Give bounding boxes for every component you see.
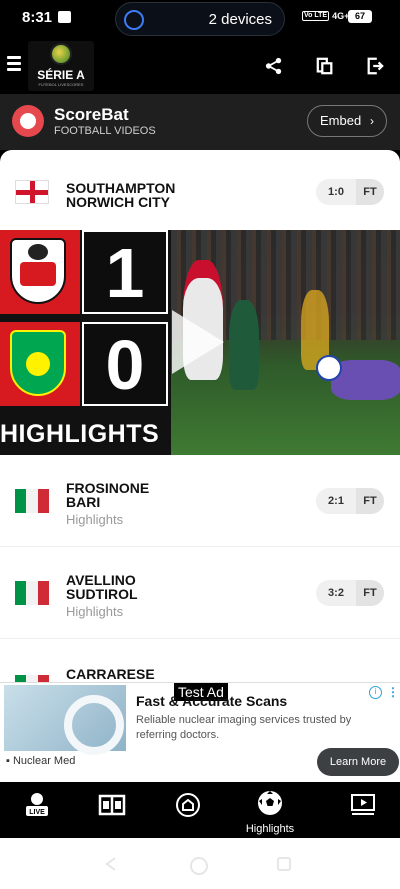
ad-title[interactable]: Fast & Accurate Scans [136, 693, 287, 709]
soccer-ball-icon [258, 791, 282, 815]
ad-brand-name: Nuclear Med [12, 755, 76, 767]
chevron-right-icon: › [370, 114, 374, 128]
home-team: AVELLINO [66, 572, 136, 588]
scoreboard-icon [98, 794, 126, 816]
nav-home[interactable] [158, 792, 218, 823]
highlights-label: Highlights [66, 512, 124, 527]
score-badge: 2:1 FT [316, 488, 384, 514]
embed-label: Embed [320, 113, 362, 128]
score: 3:2 [328, 587, 344, 599]
learn-more-button[interactable]: Learn More [317, 748, 399, 776]
embed-button[interactable]: Embed › [307, 105, 387, 137]
video-thumbnail[interactable]: 1 0 HIGHLIGHTS [0, 230, 400, 455]
status-bar: 8:31 2 devices Vo LTE 4G+ 67 [0, 0, 400, 38]
score-badge: 3:2 FT [316, 580, 384, 606]
logo-text: SÉRIE A [37, 68, 85, 82]
app-logo: SÉRIE A FUTEBOL LIVESCORES [28, 41, 94, 91]
ad-banner[interactable]: Test Ad i ⋮ Fast & Accurate Scans Reliab… [0, 682, 400, 776]
match-status: FT [356, 580, 384, 606]
copy-icon[interactable] [316, 56, 334, 76]
nav-highlights[interactable]: Highlights [240, 790, 300, 835]
match-teams: CARRARESE [66, 667, 155, 681]
score-badge: 1:0 FT [316, 179, 384, 205]
volte-icon: Vo LTE [302, 11, 330, 21]
home-score: 1 [82, 230, 168, 314]
match-teams: AVELLINO SUDTIROL [66, 573, 138, 601]
nav-scores[interactable] [82, 792, 142, 823]
highlights-label: HIGHLIGHTS [0, 420, 160, 448]
home-team: FROSINONE [66, 480, 150, 496]
play-icon[interactable] [172, 310, 224, 374]
video-list-icon [351, 794, 375, 815]
ad-brand: ▪ Nuclear Med [6, 755, 76, 767]
thumbnail-score-panel: 1 0 HIGHLIGHTS [0, 230, 171, 455]
notification-icon [58, 11, 71, 23]
scorebat-logo-icon [12, 105, 44, 137]
highlights-label: Highlights [66, 604, 124, 619]
list-item[interactable]: SOUTHAMPTON NORWICH CITY 1:0 FT [0, 150, 400, 230]
share-icon[interactable] [265, 56, 283, 76]
norwich-crest-icon [0, 322, 80, 406]
match-teams: FROSINONE BARI [66, 481, 149, 509]
home-button-icon[interactable] [189, 856, 209, 876]
soccer-ball-logo-icon [50, 43, 72, 65]
home-icon [176, 793, 200, 817]
home-team: SOUTHAMPTON [66, 180, 176, 196]
list-item[interactable]: FROSINONE BARI Highlights 2:1 FT [0, 455, 400, 547]
svg-text:LIVE: LIVE [29, 809, 45, 816]
match-status: FT [356, 179, 384, 205]
live-icon: LIVE [26, 793, 48, 816]
home-team: CARRARESE [66, 666, 155, 682]
recents-icon[interactable] [276, 856, 292, 872]
system-navigation-bar [0, 838, 400, 889]
score: 1:0 [328, 186, 344, 198]
player-figure [229, 300, 259, 390]
match-teams: SOUTHAMPTON NORWICH CITY [66, 181, 175, 209]
italy-flag-icon [15, 581, 49, 605]
away-team: NORWICH CITY [66, 194, 170, 210]
southampton-crest-icon [0, 230, 80, 314]
info-icon[interactable]: i [369, 686, 382, 699]
bottom-nav: LIVE Highlights [0, 782, 400, 838]
away-team: SUDTIROL [66, 586, 138, 602]
battery-icon: 67 [348, 10, 372, 23]
network-type: 4G+ [332, 11, 350, 21]
away-score: 0 [82, 322, 168, 406]
nav-label-highlights: Highlights [245, 823, 295, 835]
clock: 8:31 [22, 9, 53, 26]
away-team: BARI [66, 494, 101, 510]
more-vertical-icon[interactable]: ⋮ [387, 685, 399, 699]
cast-devices-label: 2 devices [208, 11, 272, 28]
england-flag-icon [15, 180, 49, 204]
cast-pill[interactable]: 2 devices [115, 2, 285, 36]
back-icon[interactable] [103, 856, 119, 872]
app-bar: SÉRIE A FUTEBOL LIVESCORES [0, 38, 400, 94]
match-status: FT [356, 488, 384, 514]
italy-flag-icon [15, 489, 49, 513]
scorebat-header: ScoreBat FOOTBALL VIDEOS Embed › [0, 94, 400, 150]
link-icon [124, 10, 144, 30]
nav-live[interactable]: LIVE [7, 792, 67, 823]
ad-image [4, 685, 126, 755]
ball-icon [316, 355, 342, 381]
nav-videos[interactable] [333, 792, 393, 823]
ad-description: Reliable nuclear imaging services truste… [136, 714, 352, 741]
menu-icon[interactable] [7, 56, 21, 72]
scorebat-name: ScoreBat [54, 105, 129, 124]
list-item[interactable]: AVELLINO SUDTIROL Highlights 3:2 FT [0, 547, 400, 639]
exit-icon[interactable] [366, 56, 384, 76]
scorebat-subtitle: FOOTBALL VIDEOS [54, 125, 156, 137]
score: 2:1 [328, 495, 344, 507]
logo-subtext: FUTEBOL LIVESCORES [38, 82, 84, 87]
